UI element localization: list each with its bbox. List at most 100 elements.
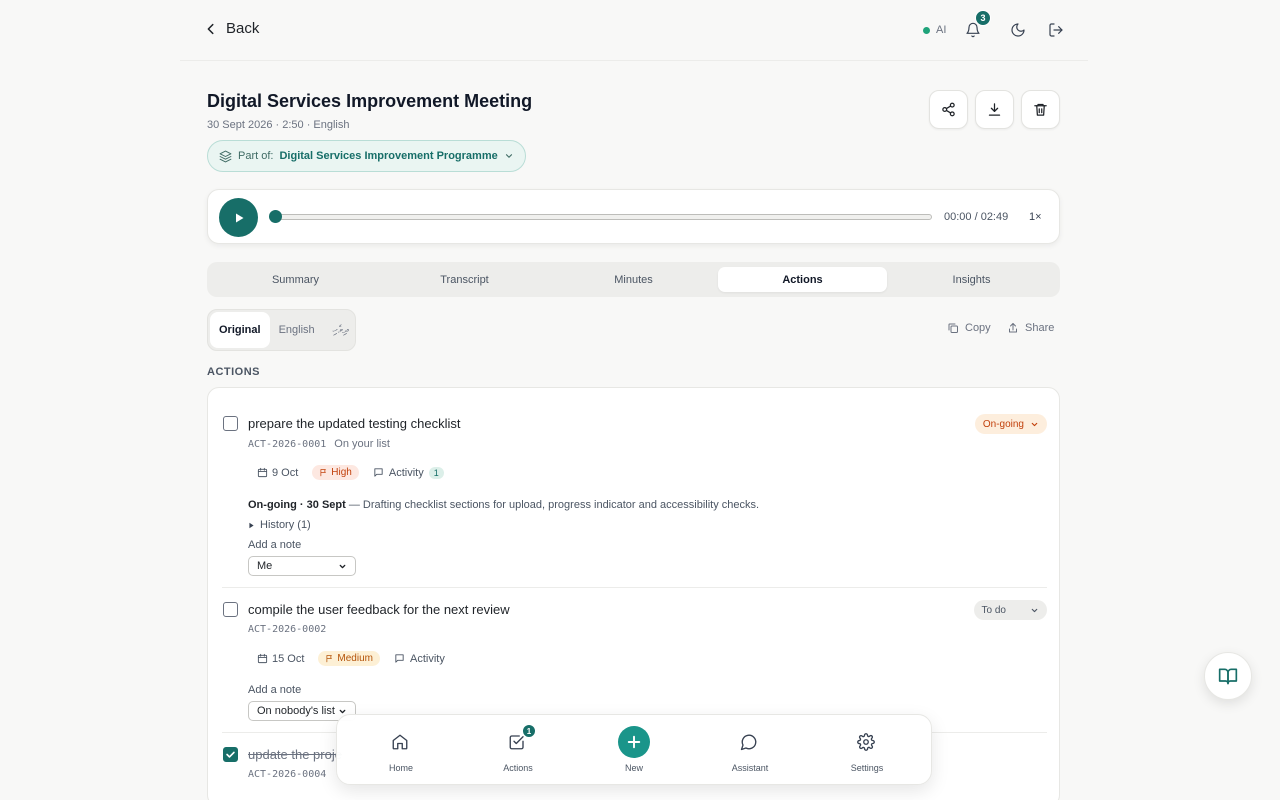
priority-badge[interactable]: High — [312, 465, 359, 480]
assignee-value: On nobody's list — [257, 705, 335, 717]
activity-count: 1 — [428, 466, 444, 479]
delete-button[interactable] — [1021, 90, 1060, 129]
programme-selector[interactable]: Part of: Digital Services Improvement Pr… — [207, 140, 526, 172]
latest-update: On-going · 30 Sept — Drafting checklist … — [248, 499, 759, 511]
action-code-value: ACT-2026-0001 — [248, 439, 327, 450]
share-button[interactable]: Share — [1007, 322, 1054, 334]
ai-status-indicator[interactable]: AI — [915, 20, 954, 40]
notifications-button[interactable]: 3 — [961, 10, 991, 42]
activity-label: Activity — [388, 466, 424, 479]
nav-settings-label: Settings — [850, 763, 884, 773]
history-toggle[interactable]: History (1) — [248, 519, 311, 531]
list-item: compile the user feedback for the next r… — [208, 588, 1059, 732]
status-dropdown[interactable]: On-going — [974, 414, 1047, 434]
comment-icon — [374, 468, 383, 477]
copy-label: Copy — [965, 322, 991, 334]
nav-settings[interactable]: Settings — [827, 715, 907, 786]
tab-minutes[interactable]: Minutes — [549, 267, 718, 292]
logout-button[interactable] — [1044, 18, 1068, 42]
add-note-label: Add a note — [248, 684, 302, 696]
tab-transcript[interactable]: Transcript — [380, 267, 549, 292]
audio-time: 00:00 / 02:49 — [944, 211, 1009, 223]
add-note-label: Add a note — [248, 539, 302, 551]
moon-icon — [1011, 23, 1025, 37]
chevron-down-icon — [505, 154, 512, 158]
language-dhivehi[interactable]: ދިވެހި — [324, 312, 358, 348]
trash-icon — [1034, 103, 1047, 116]
share-label: Share — [1025, 322, 1055, 334]
page-title: Digital Services Improvement Meeting — [207, 91, 533, 111]
book-open-icon — [1218, 668, 1238, 685]
priority-badge[interactable]: Medium — [318, 651, 380, 666]
guide-floating-button[interactable] — [1204, 652, 1252, 700]
share-nodes-icon — [942, 102, 955, 117]
nav-assistant[interactable]: Assistant — [710, 715, 790, 786]
action-meta-row: 9 Oct High Activity 1 — [257, 465, 444, 480]
activity-toggle[interactable]: Activity 1 — [373, 466, 444, 479]
plus-icon — [618, 726, 650, 758]
action-checkbox[interactable] — [223, 747, 238, 762]
tab-insights[interactable]: Insights — [887, 267, 1056, 292]
action-title: update the proje — [248, 747, 342, 762]
due-date[interactable]: 9 Oct — [257, 467, 298, 479]
action-checkbox[interactable] — [223, 602, 238, 617]
share-meeting-button[interactable] — [929, 90, 968, 129]
gear-icon — [857, 733, 877, 753]
theme-toggle-button[interactable] — [1006, 18, 1030, 42]
tab-summary[interactable]: Summary — [211, 267, 380, 292]
logout-icon — [1049, 23, 1063, 37]
nav-actions[interactable]: 1 Actions — [478, 715, 558, 786]
back-label: Back — [226, 20, 260, 37]
actions-heading: ACTIONS — [207, 366, 260, 378]
back-button[interactable]: Back — [204, 20, 259, 37]
update-text: — Drafting checklist sections for upload… — [345, 499, 760, 511]
part-of-label: Part of: — [238, 150, 274, 162]
activity-toggle[interactable]: Activity — [394, 653, 445, 665]
action-checkbox[interactable] — [223, 416, 238, 431]
due-date-label: 15 Oct — [272, 652, 305, 665]
nav-actions-label: Actions — [503, 763, 533, 773]
assignee-select[interactable]: Me — [248, 556, 356, 576]
share-upload-icon — [1009, 323, 1017, 333]
audio-progress-track[interactable] — [276, 214, 932, 220]
programme-name: Digital Services Improvement Programme — [279, 150, 498, 162]
on-list-label: On your list — [334, 438, 390, 450]
chevron-down-icon — [1031, 422, 1038, 426]
play-icon — [235, 213, 243, 222]
playback-speed-button[interactable]: 1× — [1029, 211, 1042, 223]
tab-actions[interactable]: Actions — [718, 267, 887, 292]
top-bar: Back AI 3 — [180, 0, 1088, 61]
history-label: History (1) — [260, 519, 311, 531]
download-button[interactable] — [975, 90, 1014, 129]
due-date[interactable]: 15 Oct — [257, 653, 304, 665]
chat-bubble-icon — [740, 733, 760, 753]
calendar-icon — [257, 653, 268, 664]
nav-new[interactable]: New — [594, 715, 674, 786]
play-button[interactable] — [219, 198, 258, 237]
audio-player: 00:00 / 02:49 1× — [207, 189, 1060, 244]
ai-label: AI — [936, 24, 947, 36]
action-meta-row: 15 Oct Medium Activity — [257, 651, 445, 666]
nav-home[interactable]: Home — [361, 715, 441, 786]
language-english[interactable]: English — [270, 312, 324, 348]
action-code: ACT-2026-0002 — [248, 624, 327, 635]
language-original[interactable]: Original — [210, 312, 270, 348]
meeting-meta: 30 Sept 2026 · 2:50 · English — [207, 119, 350, 131]
nav-assistant-label: Assistant — [731, 763, 769, 773]
status-dropdown[interactable]: To do — [973, 600, 1047, 620]
action-title: prepare the updated testing checklist — [248, 416, 461, 431]
assignee-value: Me — [257, 560, 273, 572]
ai-status-dot — [923, 26, 930, 34]
bottom-navigation: Home 1 Actions New Assistant Settings — [336, 714, 932, 785]
nav-home-label: Home — [388, 763, 413, 773]
check-icon — [226, 751, 235, 758]
action-code: ACT-2026-0001 On your list — [248, 438, 390, 450]
copy-icon — [948, 323, 958, 333]
checkbox-icon: 1 — [508, 724, 536, 753]
audio-progress-thumb[interactable] — [269, 210, 282, 223]
chevron-left-icon — [207, 23, 214, 34]
priority-label: High — [331, 467, 352, 478]
copy-button[interactable]: Copy — [947, 322, 991, 334]
home-icon — [391, 733, 411, 753]
action-title: compile the user feedback for the next r… — [248, 602, 510, 617]
